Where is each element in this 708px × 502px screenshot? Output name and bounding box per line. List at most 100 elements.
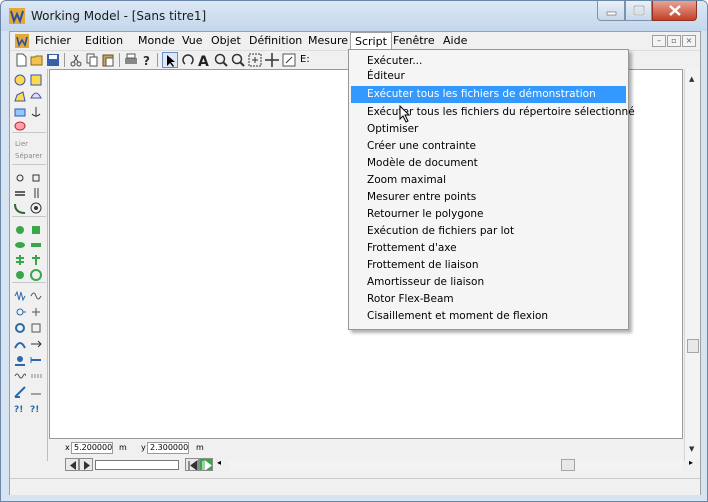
run-icon[interactable] xyxy=(199,458,213,471)
target-icon[interactable] xyxy=(30,202,42,214)
menu-item-shear-bending[interactable]: Cisaillement et moment de flexion xyxy=(351,308,626,325)
paste-icon[interactable] xyxy=(100,52,116,68)
y-coordinate-field[interactable]: 2.300000 xyxy=(147,442,189,454)
green-separator-icon[interactable] xyxy=(14,254,26,266)
menu-mesure[interactable]: Mesure xyxy=(308,34,348,47)
green-point-icon[interactable] xyxy=(14,224,26,236)
vertical-slot-icon[interactable] xyxy=(30,187,42,199)
rotational-spring-icon[interactable] xyxy=(14,306,26,318)
join-label[interactable]: Lier xyxy=(15,140,28,148)
green-square-icon[interactable] xyxy=(30,224,42,236)
scroll-down-icon[interactable]: ▼ xyxy=(689,445,694,453)
red-body-icon[interactable] xyxy=(14,120,26,132)
line-tool-icon[interactable] xyxy=(30,386,42,398)
square-body-icon[interactable] xyxy=(30,74,42,86)
rope-icon[interactable] xyxy=(14,322,26,334)
menu-item-batch-run[interactable]: Exécution de fichiers par lot xyxy=(351,223,626,240)
rotational-damper-icon[interactable] xyxy=(30,306,42,318)
menu-item-create-constraint[interactable]: Créer une contrainte xyxy=(351,138,626,155)
scroll-up-icon[interactable]: ▲ xyxy=(689,75,694,83)
menu-fichier[interactable]: Fichier xyxy=(35,34,71,47)
green-rod-icon[interactable] xyxy=(14,239,26,251)
mdi-restore-button[interactable]: ▫ xyxy=(667,35,681,47)
move-icon[interactable] xyxy=(264,52,280,68)
gear-icon[interactable] xyxy=(14,338,26,350)
menu-item-flip-polygon[interactable]: Retourner le polygone xyxy=(351,206,626,223)
square-joint-icon[interactable] xyxy=(30,172,42,184)
print-icon[interactable] xyxy=(123,52,139,68)
copy-icon[interactable] xyxy=(84,52,100,68)
save-icon[interactable] xyxy=(45,52,61,68)
step-back-icon[interactable] xyxy=(185,458,199,471)
meter-icon[interactable]: ?! xyxy=(30,402,42,414)
rectangle-body-icon[interactable] xyxy=(14,106,26,118)
menu-definition[interactable]: Définition xyxy=(249,34,302,47)
measure-icon[interactable] xyxy=(14,386,26,398)
menu-item-flex-beam-rotor[interactable]: Rotor Flex-Beam xyxy=(351,291,626,308)
scroll-left-icon[interactable]: ◂ xyxy=(217,458,221,467)
spring-icon[interactable] xyxy=(14,290,26,302)
animation-tape-track[interactable] xyxy=(95,460,179,470)
play-forward-icon[interactable] xyxy=(79,458,93,471)
menu-fenetre[interactable]: Fenêtre xyxy=(393,34,435,47)
curved-body-icon[interactable] xyxy=(30,90,42,102)
menu-item-run-all-directory[interactable]: Exécuter tous les fichiers du répertoire… xyxy=(351,104,635,121)
green-rope-icon[interactable] xyxy=(30,239,42,251)
vertical-scroll-thumb[interactable] xyxy=(687,339,699,353)
actuator-icon[interactable] xyxy=(30,338,42,350)
vertical-scrollbar[interactable]: ▲ ▼ xyxy=(684,69,700,461)
horizontal-scroll-thumb[interactable] xyxy=(561,459,575,471)
torque-icon[interactable] xyxy=(14,370,26,382)
menu-item-optimiser[interactable]: Optimiser xyxy=(351,121,626,138)
menu-monde[interactable]: Monde xyxy=(138,34,175,47)
text-tool-icon[interactable]: A xyxy=(196,52,212,68)
pulley-icon[interactable] xyxy=(30,322,42,334)
rewind-icon[interactable] xyxy=(65,458,79,471)
slot-joint-icon[interactable] xyxy=(14,187,26,199)
mdi-minimize-button[interactable]: – xyxy=(652,35,666,47)
green-gear-icon[interactable] xyxy=(14,269,26,281)
menu-item-zoom-max[interactable]: Zoom maximal xyxy=(351,172,626,189)
horizontal-scrollbar[interactable] xyxy=(229,459,683,471)
minimize-button[interactable] xyxy=(597,1,625,21)
menu-item-joint-damper[interactable]: Amortisseur de liaison xyxy=(351,274,626,291)
curved-slot-icon[interactable] xyxy=(14,202,26,214)
new-file-icon[interactable] xyxy=(13,52,29,68)
menu-objet[interactable]: Objet xyxy=(211,34,241,47)
menu-aide[interactable]: Aide xyxy=(443,34,467,47)
document-icon[interactable] xyxy=(14,33,30,49)
cut-icon[interactable] xyxy=(68,52,84,68)
pin-joint-icon[interactable] xyxy=(14,172,26,184)
coordinates-icon[interactable] xyxy=(281,52,297,68)
close-button[interactable] xyxy=(652,1,697,21)
menu-item-joint-friction[interactable]: Frottement de liaison xyxy=(351,257,626,274)
green-motor-icon[interactable] xyxy=(30,269,42,281)
mdi-close-button[interactable]: × xyxy=(682,35,696,47)
maximize-button[interactable] xyxy=(625,1,652,21)
rotate-tool-icon[interactable] xyxy=(180,52,196,68)
circle-body-icon[interactable] xyxy=(14,74,26,86)
title-bar[interactable]: Working Model - [Sans titre1] xyxy=(1,1,707,31)
open-folder-icon[interactable] xyxy=(29,52,45,68)
menu-script[interactable]: Script xyxy=(350,32,392,50)
force-icon[interactable] xyxy=(30,354,42,366)
scroll-right-icon[interactable]: ▸ xyxy=(689,458,693,467)
x-coordinate-field[interactable]: 5.200000 xyxy=(71,442,113,454)
script-icon[interactable]: ?! xyxy=(14,402,26,414)
menu-item-measure-points[interactable]: Mesurer entre points xyxy=(351,189,626,206)
menu-item-run-all-demos[interactable]: Exécuter tous les fichiers de démonstrat… xyxy=(351,86,626,103)
anchor-icon[interactable] xyxy=(30,106,42,118)
zoom-out-icon[interactable] xyxy=(230,52,246,68)
menu-item-editeur[interactable]: Éditeur xyxy=(351,68,626,85)
menu-vue[interactable]: Vue xyxy=(182,34,203,47)
damper-icon[interactable] xyxy=(30,290,42,302)
zoom-in-icon[interactable] xyxy=(213,52,229,68)
menu-edition[interactable]: Edition xyxy=(85,34,123,47)
green-pulley-icon[interactable] xyxy=(30,254,42,266)
split-label[interactable]: Séparer xyxy=(15,152,42,160)
fit-view-icon[interactable] xyxy=(247,52,263,68)
help-icon[interactable]: ? xyxy=(139,52,155,68)
motor-icon[interactable] xyxy=(14,354,26,366)
separator-dots-icon[interactable] xyxy=(30,370,42,382)
arrow-tool-icon[interactable] xyxy=(162,52,178,68)
